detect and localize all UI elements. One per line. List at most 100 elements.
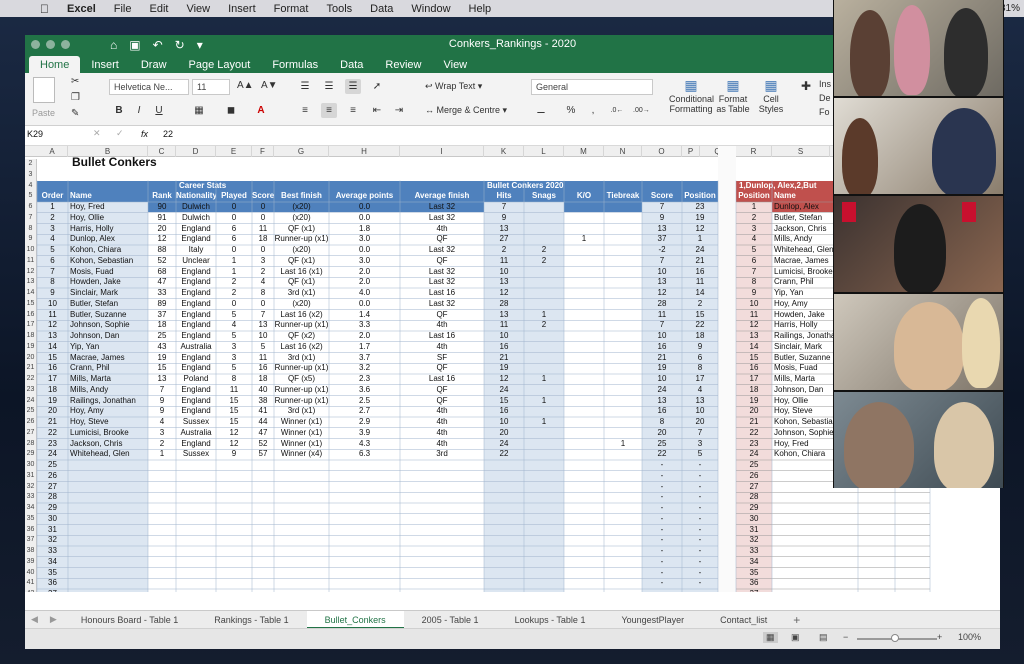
table-cell[interactable]: 16 [252, 363, 274, 373]
table-cell[interactable]: Runner-up (x1) [274, 320, 329, 330]
table-cell[interactable]: 1 [564, 234, 604, 244]
table-cell[interactable] [524, 299, 564, 309]
column-header-n[interactable]: N [604, 146, 642, 157]
table-cell[interactable]: Johnson, Sophie [68, 320, 148, 330]
table-cell[interactable]: 3.9 [329, 428, 400, 438]
row-header[interactable]: 4 [25, 180, 37, 192]
table-cell[interactable] [564, 406, 604, 416]
table-cell[interactable]: 4th [400, 439, 484, 449]
table-cell[interactable]: 0.0 [329, 299, 400, 309]
table-cell[interactable] [564, 439, 604, 449]
table-cell[interactable]: 91 [148, 213, 176, 223]
table-cell[interactable] [524, 224, 564, 234]
video-tile-3[interactable] [834, 196, 1003, 292]
results-position[interactable]: 36 [736, 578, 772, 588]
results-position[interactable]: 24 [736, 449, 772, 459]
table-cell[interactable]: 24 [682, 245, 718, 255]
table-cell[interactable]: Butler, Suzanne [68, 310, 148, 320]
table-cell[interactable]: Last 32 [400, 213, 484, 223]
enter-icon[interactable]: ✓ [116, 128, 124, 139]
row-header[interactable]: 3 [25, 169, 37, 181]
table-cell[interactable]: 0 [216, 245, 252, 255]
row-header[interactable]: 11 [25, 255, 37, 267]
table-cell[interactable]: 2.0 [329, 267, 400, 277]
apple-icon[interactable]:  [40, 2, 49, 16]
table-cell[interactable]: 68 [148, 267, 176, 277]
increase-indent-icon[interactable]: ⇥ [391, 103, 407, 118]
table-cell[interactable]: QF [400, 396, 484, 406]
row-header[interactable]: 5 [25, 191, 37, 202]
decrease-indent-icon[interactable]: ⇤ [369, 103, 385, 118]
tab-insert[interactable]: Insert [80, 56, 130, 73]
row-header[interactable]: 42 [25, 589, 37, 592]
sheet-tab-bullet-conkers[interactable]: Bullet_Conkers [306, 610, 404, 629]
table-cell[interactable]: 3rd (x1) [274, 353, 329, 363]
table-cell[interactable]: 13 [682, 396, 718, 406]
table-cell[interactable] [564, 428, 604, 438]
results-name[interactable] [772, 568, 852, 578]
table-cell[interactable]: 27 [484, 234, 524, 244]
table-cell[interactable]: 13 [37, 331, 68, 341]
row-header[interactable]: 6 [25, 202, 37, 213]
borders-icon[interactable]: ▦ [191, 103, 207, 118]
table-cell[interactable]: Sussex [176, 417, 216, 427]
table-cell[interactable]: 5 [252, 342, 274, 352]
table-cell[interactable]: Last 16 [400, 374, 484, 384]
table-cell[interactable]: 5 [37, 245, 68, 255]
underline-icon[interactable]: U [151, 103, 167, 118]
row-header[interactable]: 25 [25, 406, 37, 417]
table-cell[interactable] [604, 428, 642, 438]
column-title[interactable]: Snags [524, 191, 564, 201]
results-position[interactable]: 8 [736, 277, 772, 287]
cancel-icon[interactable]: ✕ [93, 128, 101, 139]
table-cell[interactable]: 2 [216, 277, 252, 287]
table-cell[interactable]: 28 [37, 492, 68, 502]
table-cell[interactable]: England [176, 288, 216, 298]
column-title[interactable]: Rank [148, 191, 176, 201]
row-header[interactable]: 17 [25, 320, 37, 331]
results-position[interactable]: 33 [736, 546, 772, 556]
table-cell[interactable]: 3 [216, 353, 252, 363]
table-cell[interactable]: 25 [148, 331, 176, 341]
add-sheet-icon[interactable]: + [785, 613, 808, 627]
function-icon[interactable]: fx [141, 129, 148, 139]
table-cell[interactable]: 4 [148, 417, 176, 427]
row-header[interactable]: 34 [25, 503, 37, 514]
table-cell[interactable]: 20 [484, 428, 524, 438]
table-cell[interactable]: Last 32 [400, 202, 484, 212]
table-cell[interactable] [604, 277, 642, 287]
table-cell[interactable] [604, 417, 642, 427]
tab-view[interactable]: View [432, 56, 478, 73]
undo-icon[interactable]: ↶ [153, 38, 163, 52]
table-cell[interactable] [524, 342, 564, 352]
table-cell[interactable]: 1 [216, 267, 252, 277]
table-cell[interactable]: 1.7 [329, 342, 400, 352]
table-cell[interactable]: England [176, 353, 216, 363]
table-cell[interactable]: 90 [148, 202, 176, 212]
table-cell[interactable]: - [642, 578, 682, 588]
sheet-title[interactable]: Bullet Conkers [70, 155, 270, 170]
column-header-k[interactable]: K [484, 146, 524, 157]
table-cell[interactable]: 57 [252, 449, 274, 459]
table-cell[interactable]: England [176, 299, 216, 309]
table-cell[interactable]: 13 [252, 320, 274, 330]
table-cell[interactable]: Last 16 [400, 288, 484, 298]
row-header[interactable]: 13 [25, 277, 37, 288]
column-title[interactable]: Tiebreak [604, 191, 642, 201]
menu-edit[interactable]: Edit [149, 3, 168, 15]
table-cell[interactable]: Crann, Phil [68, 363, 148, 373]
table-cell[interactable]: 14 [682, 288, 718, 298]
table-cell[interactable]: 10 [642, 374, 682, 384]
table-cell[interactable]: England [176, 385, 216, 395]
table-cell[interactable] [524, 449, 564, 459]
table-cell[interactable]: 9 [682, 342, 718, 352]
table-cell[interactable]: 4 [216, 320, 252, 330]
menu-window[interactable]: Window [411, 3, 450, 15]
column-header-l[interactable]: L [524, 146, 564, 157]
table-cell[interactable]: 3rd (x1) [274, 288, 329, 298]
video-tile-1[interactable] [834, 0, 1003, 96]
table-cell[interactable]: Australia [176, 428, 216, 438]
table-cell[interactable]: 15 [37, 353, 68, 363]
table-cell[interactable]: - [682, 589, 718, 592]
tab-draw[interactable]: Draw [130, 56, 178, 73]
